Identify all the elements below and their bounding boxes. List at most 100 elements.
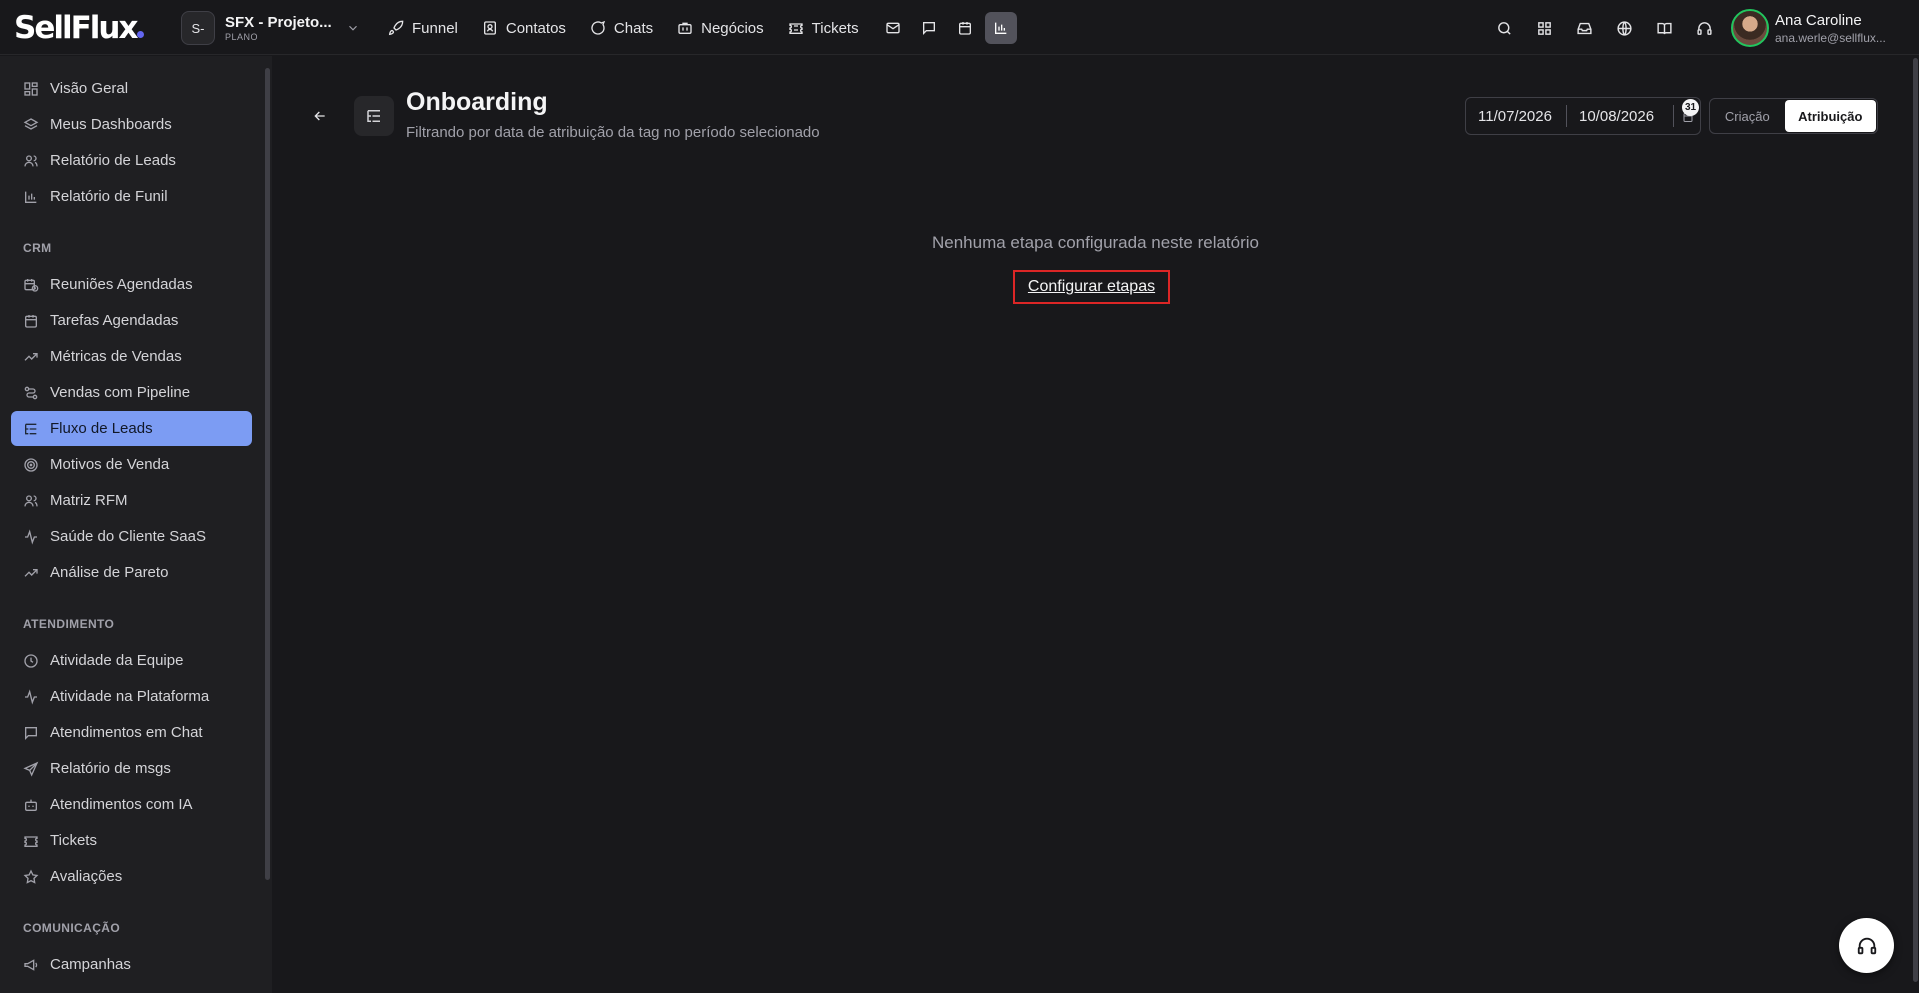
sidebar-item-avaliacoes[interactable]: Avaliações (11, 859, 252, 894)
logo-dot (137, 31, 145, 38)
dashboard-grid-icon (23, 81, 50, 97)
calendar-days-badge: 31 (1682, 99, 1699, 116)
toggle-criacao[interactable]: Criação (1710, 99, 1785, 133)
headset-icon (1856, 935, 1878, 957)
workspace-plan: PLANO (225, 32, 259, 42)
inbox-icon (1576, 20, 1593, 37)
sidebar-scrollbar[interactable] (265, 68, 270, 880)
sidebar-item-motivos-venda[interactable]: Motivos de Venda (11, 447, 252, 482)
support-chat-button[interactable] (1839, 918, 1894, 973)
book-icon (1656, 20, 1673, 37)
sidebar-item-relatorio-msgs[interactable]: Relatório de msgs (11, 751, 252, 786)
back-button[interactable] (308, 104, 332, 128)
arrow-left-icon (312, 108, 328, 124)
sidebar-item-relatorio-funil[interactable]: Relatório de Funil (11, 179, 252, 214)
sidebar-item-fluxo-leads[interactable]: Fluxo de Leads (11, 411, 252, 446)
nav-negocios[interactable]: Negócios (671, 12, 770, 44)
configure-stages-link[interactable]: Configurar etapas (1013, 270, 1170, 304)
empty-state-message: Nenhuma etapa configurada neste relatóri… (932, 233, 1259, 252)
nav-tickets[interactable]: Tickets (782, 12, 865, 44)
sidebar-item-atividade-plataforma[interactable]: Atividade na Plataforma (11, 679, 252, 714)
list-tree-icon (23, 421, 50, 437)
sidebar-item-label: Tarefas Agendadas (50, 312, 179, 329)
apps-grid-icon (1536, 20, 1553, 37)
users-icon (23, 493, 50, 509)
sidebar-item-reunioes-agendadas[interactable]: Reuniões Agendadas (11, 267, 252, 302)
date-divider (1673, 105, 1674, 127)
trending-up-icon (23, 565, 50, 581)
bar-chart-icon (993, 20, 1009, 36)
calendar-button[interactable] (949, 12, 981, 44)
workspace-name: SFX - Projeto... (225, 14, 332, 31)
sidebar-item-campanhas[interactable]: Campanhas (11, 947, 252, 982)
sidebar-item-label: Atendimentos com IA (50, 796, 193, 813)
sidebar-item-metricas-vendas[interactable]: Métricas de Vendas (11, 339, 252, 374)
sidebar-item-label: Fluxo de Leads (50, 420, 153, 437)
sidebar-item-atendimentos-ia[interactable]: Atendimentos com IA (11, 787, 252, 822)
calendar-icon (23, 313, 50, 329)
workspace-switcher[interactable]: S- SFX - Projeto... PLANO (181, 10, 360, 46)
sidebar-item-relatorio-leads[interactable]: Relatório de Leads (11, 143, 252, 178)
support-button[interactable] (1688, 12, 1720, 44)
main-content: Onboarding Filtrando por data de atribui… (272, 56, 1919, 993)
sidebar-item-tickets[interactable]: Tickets (11, 823, 252, 858)
apps-button[interactable] (1528, 12, 1560, 44)
pipeline-icon (23, 385, 50, 401)
sidebar-item-atendimentos-chat[interactable]: Atendimentos em Chat (11, 715, 252, 750)
top-bar: SellFlux S- SFX - Projeto... PLANO Funne… (0, 0, 1919, 55)
sidebar-item-analise-pareto[interactable]: Análise de Pareto (11, 555, 252, 590)
user-menu[interactable]: Ana Caroline ana.werle@sellflux... (1731, 9, 1897, 47)
sidebar-item-vendas-pipeline[interactable]: Vendas com Pipeline (11, 375, 252, 410)
inbox-button[interactable] (1568, 12, 1600, 44)
top-nav: Funnel Contatos Chats Negócios Tickets (382, 12, 1021, 44)
sidebar-item-label: Meus Dashboards (50, 116, 172, 133)
sidebar-item-matriz-rfm[interactable]: Matriz RFM (11, 483, 252, 518)
sidebar-item-label: Visão Geral (50, 80, 129, 97)
page-title: Onboarding (406, 88, 548, 116)
user-email: ana.werle@sellflux... (1775, 30, 1886, 45)
date-start-input[interactable]: 11/07/2026 (1478, 98, 1552, 134)
sidebar-item-atividade-equipe[interactable]: Atividade da Equipe (11, 643, 252, 678)
workspace-avatar: S- (181, 11, 215, 45)
page-subtitle: Filtrando por data de atribuição da tag … (406, 124, 820, 141)
globe-button[interactable] (1608, 12, 1640, 44)
sidebar-item-meus-dashboards[interactable]: Meus Dashboards (11, 107, 252, 142)
mail-icon (885, 20, 901, 36)
calendar-clock-icon (23, 277, 50, 293)
sidebar-item-label: Reuniões Agendadas (50, 276, 193, 293)
nav-contatos[interactable]: Contatos (476, 12, 572, 44)
sidebar-item-label: Vendas com Pipeline (50, 384, 191, 401)
header-actions (1488, 12, 1728, 44)
messages-button[interactable] (913, 12, 945, 44)
target-icon (23, 457, 50, 473)
reports-button[interactable] (984, 12, 1017, 44)
sidebar-item-label: Relatório de Funil (50, 188, 168, 205)
date-divider (1566, 105, 1567, 127)
sidebar-item-saude-cliente[interactable]: Saúde do Cliente SaaS (11, 519, 252, 554)
nav-chats[interactable]: Chats (584, 12, 659, 44)
date-mode-toggle: Criação Atribuição (1709, 98, 1878, 134)
sellflux-logo[interactable]: SellFlux (14, 10, 145, 46)
date-end-input[interactable]: 10/08/2026 (1579, 98, 1654, 134)
sidebar-item-visao-geral[interactable]: Visão Geral (11, 71, 252, 106)
headset-icon (1696, 20, 1713, 37)
rocket-icon (388, 20, 412, 36)
sidebar-section-crm: CRM (23, 241, 52, 255)
docs-button[interactable] (1648, 12, 1680, 44)
nav-funnel-label: Funnel (412, 19, 458, 37)
message-square-icon (23, 725, 50, 741)
activity-icon (23, 688, 50, 705)
sidebar-item-label: Tickets (50, 832, 97, 849)
search-button[interactable] (1488, 12, 1520, 44)
mail-button[interactable] (877, 12, 909, 44)
sidebar-item-tarefas-agendadas[interactable]: Tarefas Agendadas (11, 303, 252, 338)
nav-negocios-label: Negócios (701, 19, 764, 37)
ticket-icon (788, 20, 812, 36)
toggle-atribuicao[interactable]: Atribuição (1784, 100, 1876, 132)
sidebar-item-label: Campanhas (50, 956, 131, 973)
nav-funnel[interactable]: Funnel (382, 12, 464, 44)
main-scrollbar[interactable] (1913, 58, 1918, 982)
date-range-picker: 11/07/2026 10/08/2026 (1465, 97, 1701, 135)
sidebar-item-label: Matriz RFM (50, 492, 128, 509)
sidebar-item-label: Atividade na Plataforma (50, 688, 210, 705)
